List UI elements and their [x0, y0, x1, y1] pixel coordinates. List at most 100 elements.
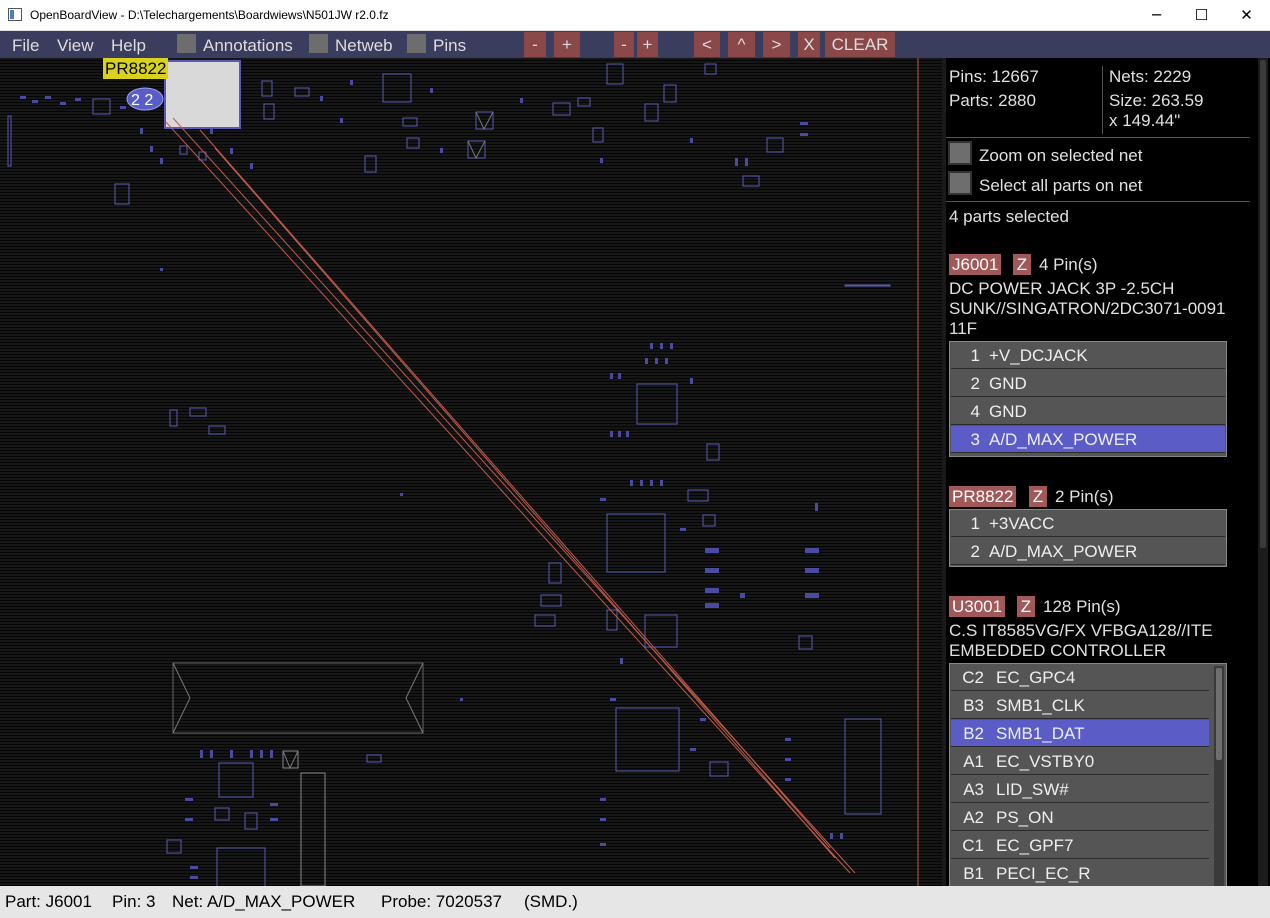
board-size-line2: x 149.44" — [1109, 111, 1181, 130]
close-window-button[interactable]: ✕ — [1224, 0, 1269, 31]
pin-row[interactable]: 4 GND — [951, 398, 1225, 425]
zoom-on-net-label: Zoom on selected net — [979, 146, 1143, 165]
title-bar: OpenBoardView - D:\Telechargements\Board… — [0, 0, 1270, 31]
pin-row[interactable]: B3 SMB1_CLK — [951, 692, 1209, 719]
pin-row[interactable]: C1 EC_GPF7 — [951, 832, 1209, 859]
pin-row[interactable]: A2 PS_ON — [951, 804, 1209, 831]
zoom-part-u3001-button[interactable]: Z — [1017, 596, 1035, 617]
pin-net: GND — [989, 402, 1027, 421]
next-button[interactable]: > — [763, 32, 790, 57]
menu-help[interactable]: Help — [111, 36, 146, 56]
pin-number: 4 — [970, 402, 980, 421]
board-canvas[interactable]: 2 2 — [0, 58, 942, 886]
pin-net: PS_ON — [996, 808, 1054, 827]
app-icon — [8, 8, 22, 21]
zoom-out-button[interactable]: - — [524, 32, 546, 57]
status-pin: Pin: 3 — [112, 892, 156, 911]
pin-net: +3VACC — [989, 514, 1055, 533]
part-tag-j6001[interactable]: J6001 — [949, 254, 1002, 275]
panel-scrollbar-thumb[interactable] — [1260, 60, 1266, 548]
pin-list-j6001: 1 +V_DCJACK 2 GND 4 GND 3 A/D_MAX_POWER — [949, 341, 1227, 457]
pins-label: Pins — [433, 36, 467, 55]
pin-net: SMB1_DAT — [996, 724, 1085, 743]
close-search-button[interactable]: X — [798, 32, 820, 57]
pin-number: 2 — [970, 374, 980, 393]
pins-count: Pins: 12667 — [949, 67, 1039, 86]
panel-scrollbar[interactable] — [1258, 58, 1268, 886]
status-probe: Probe: 7020537 — [381, 892, 502, 911]
pr8822-component — [164, 60, 241, 129]
pin-row[interactable]: 1 +3VACC — [951, 510, 1225, 537]
pin-number: 1 — [970, 514, 980, 533]
board-size-line1: Size: 263.59 — [1109, 91, 1204, 110]
status-bar: Part: J6001 Pin: 3 Net: A/D_MAX_POWER Pr… — [0, 886, 1270, 918]
info-panel: Pins: 12667 Parts: 2880 Nets: 2229 Size:… — [942, 58, 1270, 886]
desc-j6001-line2: SUNK//SINGATRON/2DC3071-0091 — [949, 299, 1226, 318]
pin-list-u3001: C2 EC_GPC4 B3 SMB1_CLK B2 SMB1_DAT A1 EC… — [949, 663, 1227, 886]
desc-u3001-line2: EMBEDDED CONTROLLER — [949, 641, 1167, 660]
pin-number: A1 — [963, 752, 984, 771]
up-button[interactable]: ^ — [728, 32, 755, 57]
pin-row[interactable]: C2 EC_GPC4 — [951, 664, 1209, 691]
parts-count: Parts: 2880 — [949, 91, 1036, 110]
menu-file[interactable]: File — [12, 36, 39, 56]
board-view[interactable]: 2 2 PR8822 — [0, 58, 942, 886]
pin-number: A2 — [963, 808, 984, 827]
pin-net: LID_SW# — [996, 780, 1069, 799]
pin-net: +V_DCJACK — [989, 346, 1088, 365]
net-lines — [165, 58, 919, 886]
clear-button[interactable]: CLEAR — [825, 32, 895, 57]
size-up-button[interactable]: + — [637, 32, 658, 57]
netweb-checkbox[interactable] — [309, 34, 328, 53]
pin-number: A3 — [963, 780, 984, 799]
pin-row[interactable]: A3 LID_SW# — [951, 776, 1209, 803]
pin-net: PECI_EC_R — [996, 864, 1091, 883]
pin-count-j6001: 4 Pin(s) — [1039, 255, 1098, 274]
pin-row[interactable]: 1 +V_DCJACK — [951, 342, 1225, 369]
status-net: Net: A/D_MAX_POWER — [172, 892, 356, 911]
minimize-button[interactable]: ─ — [1134, 0, 1179, 31]
pin-number: B1 — [963, 864, 984, 883]
component-outline — [92, 98, 111, 115]
annotations-checkbox[interactable] — [177, 34, 196, 53]
pin-list-scrollbar[interactable] — [1214, 666, 1224, 886]
desc-j6001-line1: DC POWER JACK 3P -2.5CH — [949, 279, 1175, 298]
zoom-in-button[interactable]: + — [554, 32, 580, 57]
pin-net: GND — [989, 374, 1027, 393]
desc-j6001-line3: 11F — [949, 319, 978, 338]
part-label-tag[interactable]: PR8822 — [103, 58, 169, 79]
pin-row-selected[interactable]: 3 A/D_MAX_POWER — [951, 426, 1225, 453]
pad-dots — [20, 80, 843, 879]
part-tag-pr8822[interactable]: PR8822 — [949, 486, 1017, 507]
pin-number: C1 — [962, 836, 984, 855]
pin-row-selected[interactable]: B2 SMB1_DAT — [951, 720, 1209, 747]
pin-count-u3001: 128 Pin(s) — [1043, 597, 1121, 616]
zoom-on-net-checkbox[interactable] — [948, 141, 972, 165]
pin-row[interactable]: 2 GND — [951, 370, 1225, 397]
pin-number: 2 — [970, 542, 980, 561]
pins-checkbox[interactable] — [407, 34, 426, 53]
window-title: OpenBoardView - D:\Telechargements\Board… — [30, 8, 389, 22]
pin-net: A/D_MAX_POWER — [989, 542, 1138, 561]
menu-view[interactable]: View — [57, 36, 94, 56]
part-tag-u3001[interactable]: U3001 — [949, 596, 1006, 617]
zoom-part-j6001-button[interactable]: Z — [1013, 254, 1031, 275]
scrollbar-thumb[interactable] — [1216, 668, 1222, 760]
status-type: (SMD.) — [524, 892, 578, 911]
pin-row[interactable]: B1 PECI_EC_R — [951, 860, 1209, 886]
desc-u3001-line1: C.S IT8585VG/FX VFBGA128//ITE — [949, 621, 1213, 640]
prev-button[interactable]: < — [694, 32, 720, 57]
pin-row[interactable]: A1 EC_VSTBY0 — [951, 748, 1209, 775]
pin-number: B2 — [963, 724, 984, 743]
size-down-button[interactable]: - — [614, 32, 634, 57]
pin-row[interactable]: 2 A/D_MAX_POWER — [951, 538, 1225, 565]
selected-count: 4 parts selected — [949, 207, 1070, 226]
zoom-part-pr8822-button[interactable]: Z — [1029, 486, 1047, 507]
pin-net: EC_VSTBY0 — [996, 752, 1095, 771]
pin-list-pr8822: 1 +3VACC 2 A/D_MAX_POWER — [949, 509, 1227, 567]
select-all-on-net-checkbox[interactable] — [948, 171, 972, 195]
pin-net: SMB1_CLK — [996, 696, 1085, 715]
select-all-on-net-label: Select all parts on net — [979, 176, 1143, 195]
maximize-button[interactable]: ☐ — [1179, 0, 1224, 31]
pin-net: EC_GPC4 — [996, 668, 1076, 687]
